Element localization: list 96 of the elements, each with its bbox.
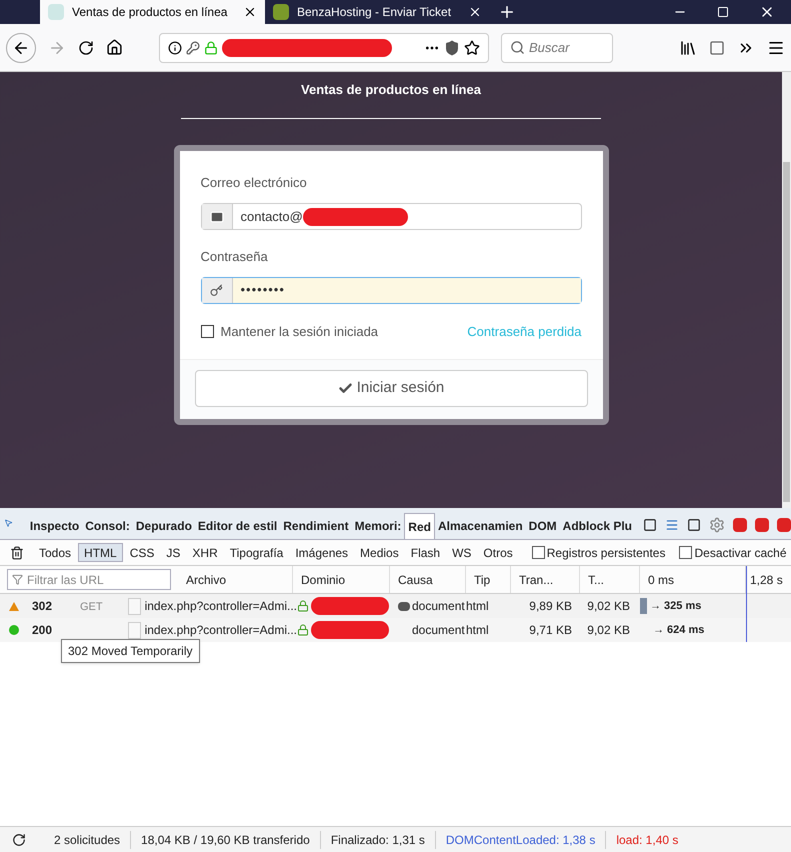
browser-tab[interactable]: BenzaHosting - Enviar Ticket [265, 0, 490, 24]
password-field[interactable]: •••••••• [200, 276, 582, 304]
summary-text: DOMContentLoaded: 1,38 s [434, 830, 606, 848]
info-icon [168, 40, 182, 54]
console-icon[interactable] [665, 518, 679, 532]
close-icon[interactable] [243, 5, 257, 19]
devtools-tab[interactable]: DOM [526, 513, 560, 539]
column-header[interactable]: Archivo [178, 566, 293, 593]
check-icon [338, 381, 353, 396]
devtools-tab[interactable]: Consol: [82, 513, 133, 539]
scrollbar[interactable] [782, 72, 791, 508]
summary-text: Finalizado: 1,31 s [320, 830, 435, 848]
filter-button[interactable]: Otros [478, 543, 518, 562]
size-cell: 9,02 KB [587, 623, 630, 637]
size-cell: 9,02 KB [587, 599, 630, 613]
checkbox-label: Desactivar caché [694, 544, 787, 562]
login-button[interactable]: Iniciar sesión [194, 370, 588, 407]
filter-button[interactable]: HTML [78, 543, 123, 562]
devtools-tab[interactable]: Rendimient [280, 513, 352, 539]
filter-field[interactable]: Filtrar las URL [7, 569, 171, 590]
lock-icon [297, 600, 309, 612]
email-field[interactable]: contacto@ [200, 203, 582, 230]
devtools-tab[interactable]: Depurado [132, 513, 195, 539]
cause-cell-text: document [411, 622, 465, 639]
back-button[interactable] [6, 32, 36, 62]
checkbox[interactable] [679, 546, 692, 559]
trash-icon[interactable] [10, 546, 24, 560]
cause-cell-text: document [412, 598, 465, 615]
timing-label: → 325 ms [650, 598, 702, 614]
lock-icon [204, 40, 218, 54]
key-icon [186, 40, 200, 54]
library-icon[interactable] [679, 38, 697, 56]
column-header[interactable]: Tran... [511, 566, 580, 593]
devtools-tab[interactable]: Memori: [352, 513, 404, 539]
method-cell: GET [80, 600, 103, 613]
filter-button[interactable]: Medios [355, 543, 404, 562]
type-cell: html [466, 599, 489, 613]
timing-label: → 624 ms [653, 622, 704, 638]
status-code: 200 [31, 623, 52, 637]
home-icon[interactable] [106, 39, 123, 56]
new-tab-icon[interactable] [498, 3, 516, 21]
devtools-tab[interactable]: Editor de estil [194, 513, 280, 539]
settings-icon[interactable] [709, 517, 725, 533]
transferred-cell: 9,71 KB [529, 623, 572, 637]
lock-icon [297, 624, 309, 636]
maximize-icon[interactable] [717, 6, 729, 18]
file-cell-text: index.php?controller=Admi... [144, 622, 297, 639]
filter-button[interactable]: Tipografía [224, 543, 288, 562]
devtools-tab[interactable]: Adblock Plu [560, 513, 635, 539]
summary-text: 18,04 KB / 19,60 KB transferido [130, 830, 320, 848]
filter-button[interactable]: JS [161, 543, 186, 562]
status-code: 302 [31, 599, 52, 613]
search-icon [510, 40, 525, 55]
filter-button[interactable]: Flash [406, 543, 446, 562]
reload-icon[interactable] [12, 832, 26, 846]
file-cell-text: index.php?controller=Admi... [144, 598, 297, 615]
restore-icon[interactable] [755, 518, 769, 532]
column-header[interactable]: 1,28 s [750, 570, 783, 588]
field-label: Contraseña [200, 248, 269, 266]
address-bar[interactable] [159, 32, 489, 62]
filter-button[interactable]: Imágenes [290, 543, 354, 562]
site-icon [48, 4, 64, 20]
site-icon [273, 4, 289, 20]
filter-button[interactable]: CSS [124, 543, 160, 562]
key-icon [210, 284, 223, 296]
browser-tab[interactable]: Ventas de productos en línea [40, 0, 265, 24]
column-header[interactable]: T... [580, 566, 640, 593]
reload-icon[interactable] [78, 40, 94, 56]
column-header[interactable]: Tip [466, 566, 511, 593]
filter-icon [12, 574, 23, 585]
filter-button[interactable]: Todos [34, 543, 76, 562]
page-title: Ventas de productos en línea [181, 80, 601, 118]
summary-text: 2 solicitudes [53, 832, 122, 848]
column-header[interactable]: Causa [390, 566, 466, 593]
devtools-tab[interactable]: Inspecto [26, 513, 82, 539]
devtools-tab[interactable]: Almacenamien [434, 513, 526, 539]
bookmark-icon[interactable] [464, 40, 480, 56]
checkbox-label: Registros persistentes [546, 544, 666, 562]
column-header[interactable]: Dominio [293, 566, 390, 593]
thumbnail-icon [128, 622, 141, 638]
close-icon[interactable] [468, 5, 482, 19]
summary-text: load: 1,40 s [605, 830, 688, 848]
transferred-cell: 9,89 KB [529, 599, 572, 613]
tooltip: 302 Moved Temporarily [61, 639, 200, 663]
filter-button[interactable]: WS [447, 543, 476, 562]
pocket-icon[interactable] [444, 40, 460, 56]
search-field[interactable]: Buscar [501, 32, 613, 62]
success-icon [9, 625, 19, 635]
type-cell: html [466, 623, 489, 637]
filter-button[interactable]: XHR [187, 543, 223, 562]
thumbnail-icon [128, 598, 141, 614]
field-label: Correo electrónico [200, 174, 308, 192]
checkbox-label: Mantener la sesión iniciada [220, 322, 378, 340]
checkbox[interactable] [532, 546, 545, 559]
remember-checkbox[interactable] [200, 324, 214, 338]
devtools-tab[interactable]: Red [404, 513, 435, 539]
